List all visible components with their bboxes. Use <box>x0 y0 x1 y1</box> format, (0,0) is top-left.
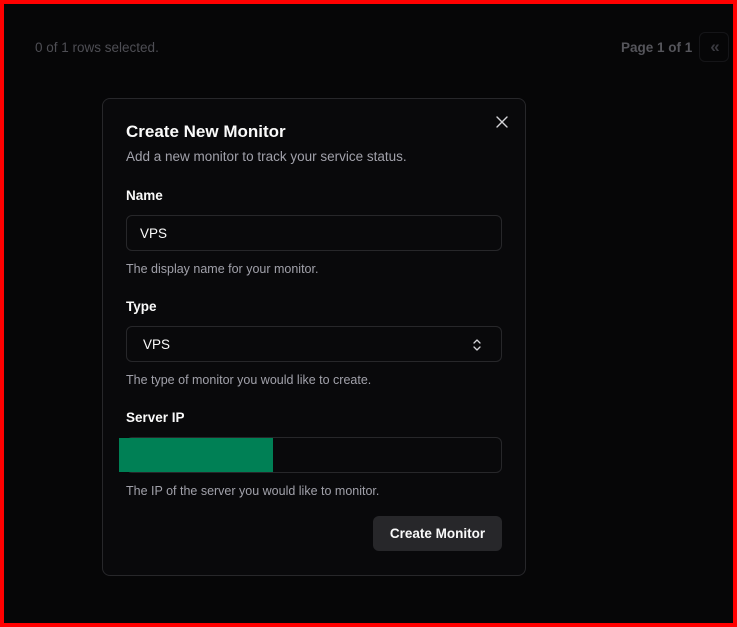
server-ip-input[interactable] <box>119 437 502 473</box>
name-label: Name <box>126 188 163 203</box>
dialog-title: Create New Monitor <box>126 122 286 141</box>
name-help-text: The display name for your monitor. <box>126 262 319 276</box>
type-label: Type <box>126 299 157 314</box>
create-monitor-dialog: Create New Monitor Add a new monitor to … <box>102 98 526 576</box>
close-icon <box>496 116 508 128</box>
first-page-button[interactable]: « <box>699 32 729 62</box>
close-button[interactable] <box>494 114 510 130</box>
name-input-value: VPS <box>140 225 168 241</box>
type-select-value: VPS <box>143 336 171 352</box>
redaction-block <box>119 438 273 472</box>
type-select[interactable]: VPS <box>126 326 502 362</box>
server-ip-help-text: The IP of the server you would like to m… <box>126 484 380 498</box>
rows-selected-text: 0 of 1 rows selected. <box>35 40 159 55</box>
dialog-description: Add a new monitor to track your service … <box>126 149 407 164</box>
chevron-up-down-icon <box>473 339 481 351</box>
type-help-text: The type of monitor you would like to cr… <box>126 373 372 387</box>
server-ip-label: Server IP <box>126 410 185 425</box>
page-info-text: Page 1 of 1 <box>621 40 693 55</box>
chevrons-left-icon: « <box>710 37 720 56</box>
create-monitor-button[interactable]: Create Monitor <box>373 516 502 551</box>
name-input[interactable]: VPS <box>126 215 502 251</box>
